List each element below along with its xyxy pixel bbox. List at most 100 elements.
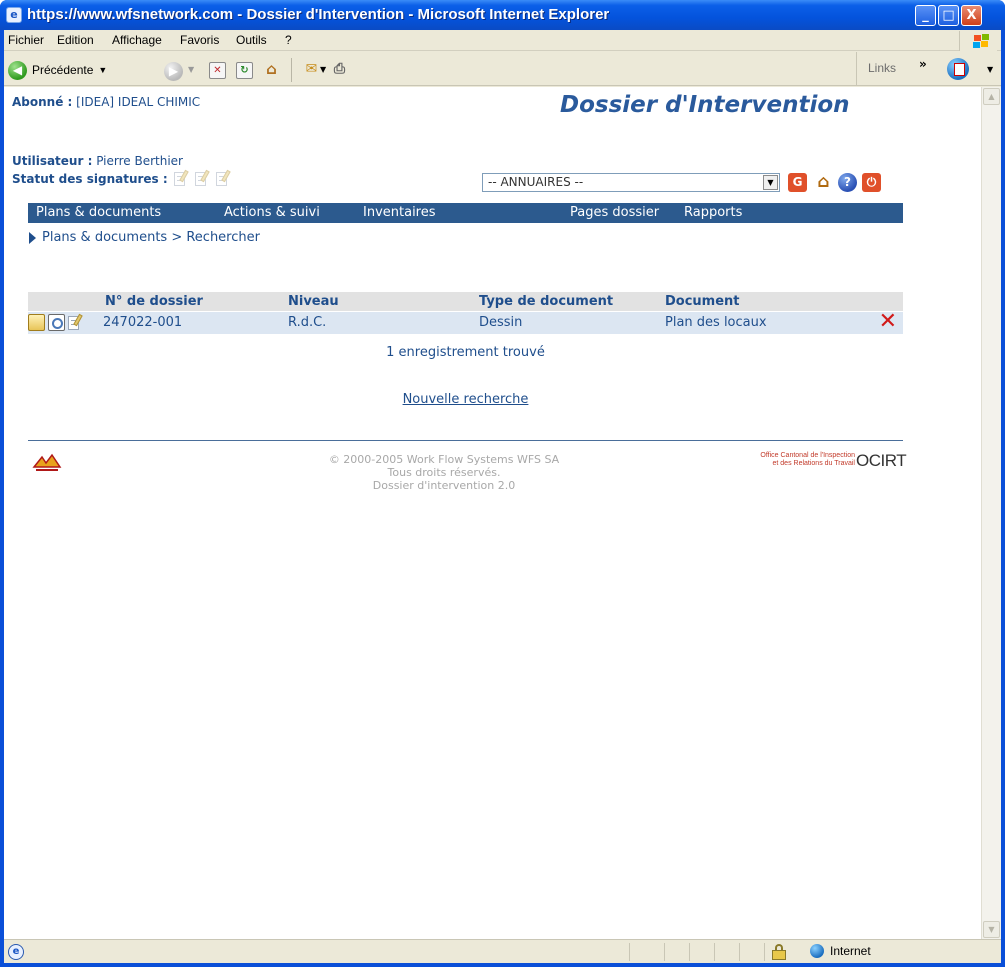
- links-separator: [856, 52, 857, 86]
- browser-window: e https://www.wfsnetwork.com - Dossier d…: [0, 0, 1005, 967]
- rights-text: Tous droits réservés.: [387, 466, 501, 479]
- result-count: 1 enregistrement trouvé: [386, 345, 545, 360]
- column-header-niveau[interactable]: Niveau: [288, 294, 339, 309]
- user-line: Utilisateur : Pierre Berthier: [12, 154, 183, 168]
- table-row: 247022-001 R.d.C. Dessin Plan des locaux…: [28, 311, 903, 334]
- status-divider: [764, 943, 765, 961]
- refresh-icon[interactable]: ↻: [236, 62, 253, 79]
- results-table-header: N° de dossier Niveau Type de document Do…: [28, 292, 903, 311]
- signature-status-icon: [194, 169, 210, 187]
- help-icon[interactable]: ?: [838, 173, 857, 192]
- maximize-button[interactable]: □: [938, 5, 959, 26]
- zone-label: Internet: [830, 944, 871, 958]
- acrobat-icon[interactable]: [947, 58, 969, 80]
- new-search-link[interactable]: Nouvelle recherche: [4, 392, 879, 407]
- user-value: Pierre Berthier: [96, 154, 183, 168]
- main-nav: Plans & documents Actions & suivi Invent…: [28, 203, 903, 223]
- breadcrumb-text[interactable]: Plans & documents > Rechercher: [42, 230, 260, 245]
- page-status-icon: e: [8, 944, 24, 960]
- signature-status-icon: [173, 169, 189, 187]
- column-header-document[interactable]: Document: [665, 294, 740, 309]
- delete-icon[interactable]: ✕: [879, 311, 897, 333]
- subscriber-label: Abonné :: [12, 95, 73, 109]
- back-arrow-icon: ◀: [8, 60, 27, 80]
- sign-document-icon[interactable]: [68, 313, 83, 331]
- status-divider: [739, 943, 740, 961]
- minimize-button[interactable]: _: [915, 5, 936, 26]
- nav-pages-dossier[interactable]: Pages dossier: [570, 205, 659, 220]
- windows-logo-icon: [959, 31, 997, 51]
- open-folder-icon[interactable]: [28, 314, 45, 331]
- acrobat-dropdown-icon[interactable]: ▼: [987, 65, 993, 74]
- status-divider: [689, 943, 690, 961]
- window-title: https://www.wfsnetwork.com - Dossier d'I…: [27, 6, 610, 23]
- subscriber-line: Abonné : [IDEA] IDEAL CHIMIC: [12, 95, 200, 109]
- ocirt-fullname-line2: et des Relations du Travail: [772, 460, 856, 467]
- user-label: Utilisateur :: [12, 154, 93, 168]
- forward-dropdown-icon[interactable]: ▼: [188, 65, 194, 74]
- menu-edition[interactable]: Edition: [57, 33, 94, 47]
- menu-favoris[interactable]: Favoris: [180, 33, 219, 47]
- chevron-down-icon[interactable]: ▼: [763, 175, 778, 190]
- cell-dossier[interactable]: 247022-001: [103, 315, 182, 330]
- menu-help[interactable]: ?: [285, 33, 292, 47]
- mail-icon[interactable]: ✉: [303, 62, 320, 79]
- copyright-text: © 2000-2005 Work Flow Systems WFS SA: [328, 453, 560, 466]
- ocirt-logo: OCIRT: [856, 451, 907, 470]
- toolbar-separator: [291, 58, 292, 82]
- signatures-label: Statut des signatures :: [12, 171, 168, 186]
- subscriber-value: [IDEA] IDEAL CHIMIC: [76, 95, 201, 109]
- directory-select-value: -- ANNUAIRES --: [488, 175, 584, 189]
- preview-icon[interactable]: [48, 314, 65, 331]
- links-label[interactable]: Links: [868, 61, 896, 75]
- menu-outils[interactable]: Outils: [236, 33, 267, 47]
- forward-arrow-icon[interactable]: ▶: [164, 62, 183, 81]
- home-icon[interactable]: ⌂: [263, 62, 280, 79]
- nav-inventaires[interactable]: Inventaires: [363, 205, 436, 220]
- google-icon[interactable]: G: [788, 173, 807, 192]
- back-label: Précédente: [32, 63, 94, 77]
- column-header-type[interactable]: Type de document: [479, 294, 613, 309]
- column-header-dossier[interactable]: N° de dossier: [105, 294, 203, 309]
- menu-fichier[interactable]: Fichier: [8, 33, 44, 47]
- scroll-down-icon[interactable]: ▼: [983, 921, 1000, 938]
- row-actions: [28, 313, 83, 331]
- browser-frame: Fichier Edition Affichage Favoris Outils…: [4, 30, 1001, 963]
- cell-type: Dessin: [479, 315, 523, 330]
- nav-rapports[interactable]: Rapports: [684, 205, 742, 220]
- vertical-scrollbar[interactable]: ▲ ▼: [981, 87, 1001, 939]
- page-viewport: Abonné : [IDEA] IDEAL CHIMIC Dossier d'I…: [4, 87, 981, 939]
- status-bar: e Internet: [4, 939, 1001, 963]
- signature-status-icon: [215, 169, 231, 187]
- close-button[interactable]: X: [961, 5, 982, 26]
- breadcrumb: Plans & documents > Rechercher: [29, 230, 260, 245]
- toolbar-chevron[interactable]: »: [919, 57, 927, 71]
- status-divider: [714, 943, 715, 961]
- breadcrumb-arrow-icon: [29, 231, 36, 244]
- title-bar[interactable]: e https://www.wfsnetwork.com - Dossier d…: [0, 0, 1005, 30]
- version-text: Dossier d'intervention 2.0: [372, 479, 516, 492]
- ocirt-fullname: Office Cantonal de l'Inspection et des R…: [735, 452, 855, 468]
- nav-actions-suivi[interactable]: Actions & suivi: [224, 205, 320, 220]
- globe-icon: [810, 944, 824, 958]
- toolbar: ◀ Précédente ▼ ▶ ▼ ✕ ↻ ⌂ ✉ ▼ ⎙ Links » ▼: [4, 52, 1001, 86]
- signatures-line: Statut des signatures :: [12, 169, 231, 187]
- nav-plans-documents[interactable]: Plans & documents: [36, 205, 161, 220]
- logout-icon[interactable]: ⏻: [862, 173, 881, 192]
- mail-dropdown-icon[interactable]: ▼: [320, 65, 326, 74]
- footer-copyright: © 2000-2005 Work Flow Systems WFS SA Tou…: [244, 453, 644, 492]
- stop-icon[interactable]: ✕: [209, 62, 226, 79]
- scroll-up-icon[interactable]: ▲: [983, 88, 1000, 105]
- print-icon[interactable]: ⎙: [331, 62, 348, 79]
- menu-affichage[interactable]: Affichage: [112, 33, 162, 47]
- back-dropdown-icon[interactable]: ▼: [98, 65, 107, 75]
- cell-document: Plan des locaux: [665, 315, 767, 330]
- wfs-logo-icon: [32, 453, 62, 471]
- footer-divider: [28, 440, 903, 441]
- directory-select[interactable]: -- ANNUAIRES -- ▼: [482, 173, 780, 192]
- security-zone: Internet: [810, 944, 871, 958]
- menu-bar: Fichier Edition Affichage Favoris Outils…: [4, 30, 1001, 51]
- back-button[interactable]: ◀ Précédente ▼: [8, 59, 107, 81]
- status-divider: [629, 943, 630, 961]
- home-icon[interactable]: ⌂: [814, 173, 833, 192]
